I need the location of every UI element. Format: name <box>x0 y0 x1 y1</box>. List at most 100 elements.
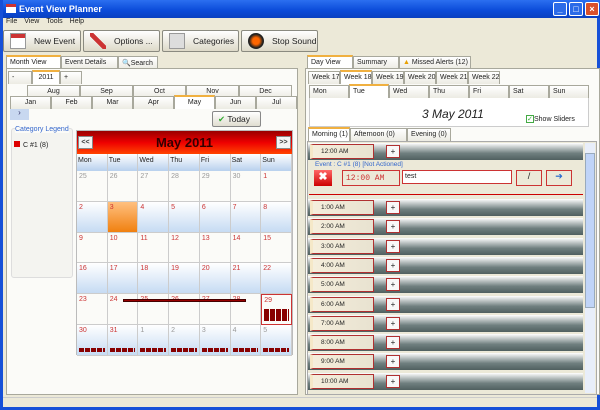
stop-sound-button[interactable]: Stop Sound <box>241 30 318 52</box>
prev-month-button[interactable]: << <box>78 136 93 149</box>
month-tab-jan[interactable]: Jan <box>10 96 51 109</box>
time-slot-label[interactable]: 10:00 AM <box>310 373 374 389</box>
calendar-day[interactable]: 6 <box>199 201 231 233</box>
calendar-day[interactable]: 20 <box>199 263 231 295</box>
add-event-button[interactable]: + <box>386 374 400 388</box>
delete-event-button[interactable]: ✖ <box>314 170 332 186</box>
categories-button[interactable]: Categories <box>162 30 239 52</box>
day-tab-sun[interactable]: Sun <box>549 85 589 98</box>
close-button[interactable]: × <box>585 2 599 16</box>
period-tab-1[interactable]: Afternoon (0) <box>350 128 407 141</box>
calendar-day[interactable]: 3 <box>107 201 139 233</box>
month-tab-feb[interactable]: Feb <box>51 96 92 109</box>
time-slot-label[interactable]: 6:00 AM <box>310 296 374 312</box>
expand-button[interactable]: › <box>10 108 29 120</box>
calendar-day[interactable]: 27 <box>138 171 170 202</box>
vertical-scrollbar[interactable] <box>585 143 595 393</box>
minimize-button[interactable]: _ <box>553 2 567 16</box>
menu-help[interactable]: Help <box>70 18 84 25</box>
week-tab-week-20[interactable]: Week 20 <box>404 71 436 84</box>
calendar-day[interactable]: 28 <box>169 171 200 202</box>
menu-view[interactable]: View <box>24 18 39 25</box>
calendar-day[interactable]: 25 <box>77 171 108 202</box>
calendar-day[interactable]: 1 <box>138 324 170 356</box>
year-tab-2011[interactable]: 2011 <box>32 70 60 84</box>
month-tab-apr[interactable]: Apr <box>133 96 174 109</box>
calendar-day[interactable]: 26 <box>107 171 139 202</box>
day-tab-mon[interactable]: Mon <box>309 85 349 98</box>
calendar-day[interactable]: 1 <box>261 171 292 202</box>
year-prev-tab[interactable]: - <box>8 71 32 84</box>
calendar-day[interactable]: 4 <box>138 201 170 233</box>
day-tab-tue[interactable]: Tue <box>349 84 389 98</box>
menu-file[interactable]: File <box>6 18 17 25</box>
calendar-day[interactable]: 2 <box>77 201 108 233</box>
week-tab-week-18[interactable]: Week 18 <box>340 70 372 84</box>
tab-day-view[interactable]: Day View <box>307 55 353 69</box>
calendar-day[interactable]: 8 <box>261 201 292 233</box>
add-event-button[interactable]: + <box>386 239 400 253</box>
legend-item[interactable]: C #1 (8) <box>14 141 48 149</box>
week-tab-week-19[interactable]: Week 19 <box>372 71 404 84</box>
calendar-day[interactable]: 29 <box>261 294 292 325</box>
calendar-day[interactable]: 14 <box>230 232 262 264</box>
new-event-button[interactable]: New Event <box>3 30 81 52</box>
calendar-day[interactable]: 31 <box>107 324 139 356</box>
action-event-button[interactable]: ➔ <box>546 170 572 186</box>
day-tab-sat[interactable]: Sat <box>509 85 549 98</box>
add-event-button[interactable]: + <box>386 297 400 311</box>
add-event-button[interactable]: + <box>386 258 400 272</box>
week-tab-week-21[interactable]: Week 21 <box>436 71 468 84</box>
menu-tools[interactable]: Tools <box>46 18 62 25</box>
options-button[interactable]: Options ... <box>83 30 160 52</box>
calendar-day[interactable]: 5 <box>169 201 200 233</box>
calendar-day[interactable]: 10 <box>107 232 139 264</box>
calendar-day[interactable]: 5 <box>261 324 292 356</box>
week-tab-week-22[interactable]: Week 22 <box>468 71 500 84</box>
calendar-day[interactable]: 16 <box>77 263 108 295</box>
calendar-day[interactable]: 17 <box>107 263 139 295</box>
time-slot-label[interactable]: 12:00 AM <box>310 144 374 159</box>
month-tab-mar[interactable]: Mar <box>92 96 133 109</box>
day-tab-thu[interactable]: Thu <box>429 85 469 98</box>
calendar-day[interactable]: 22 <box>261 263 292 295</box>
add-event-button[interactable]: + <box>386 145 400 158</box>
calendar-day[interactable]: 21 <box>230 263 262 295</box>
year-next-tab[interactable]: + <box>60 71 82 84</box>
time-slot-label[interactable]: 7:00 AM <box>310 315 374 331</box>
calendar-day[interactable]: 15 <box>261 232 292 264</box>
time-slot-label[interactable]: 9:00 AM <box>310 354 374 370</box>
next-month-button[interactable]: >> <box>276 136 291 149</box>
add-event-button[interactable]: + <box>386 355 400 369</box>
event-time[interactable]: 12:00 AM <box>342 170 400 186</box>
time-slot-label[interactable]: 8:00 AM <box>310 335 374 351</box>
calendar-day[interactable]: 11 <box>138 232 170 264</box>
time-slot-label[interactable]: 2:00 AM <box>310 219 374 235</box>
month-tab-may[interactable]: May <box>174 95 215 109</box>
time-slot-label[interactable]: 1:00 AM <box>310 200 374 215</box>
day-tab-wed[interactable]: Wed <box>389 85 429 98</box>
today-button[interactable]: ✔ Today <box>212 111 261 127</box>
time-slot-label[interactable]: 5:00 AM <box>310 277 374 293</box>
calendar-day[interactable]: 23 <box>77 294 108 325</box>
calendar-day[interactable]: 19 <box>169 263 200 295</box>
add-event-button[interactable]: + <box>386 201 400 214</box>
add-event-button[interactable]: + <box>386 316 400 330</box>
add-event-button[interactable]: + <box>386 336 400 350</box>
maximize-button[interactable]: □ <box>569 2 583 16</box>
calendar-day[interactable]: 30 <box>230 171 262 202</box>
add-event-button[interactable]: + <box>386 220 400 234</box>
edit-event-button[interactable]: / <box>516 170 542 186</box>
calendar-day[interactable]: 18 <box>138 263 170 295</box>
calendar-day[interactable]: 9 <box>77 232 108 264</box>
period-tab-2[interactable]: Evening (0) <box>407 128 451 141</box>
time-slot-label[interactable]: 4:00 AM <box>310 257 374 273</box>
event-text-input[interactable]: test <box>402 170 512 184</box>
period-tab-0[interactable]: Morning (1) <box>308 127 350 141</box>
show-sliders-checkbox[interactable]: ✓Show Sliders <box>526 115 575 123</box>
day-tab-fri[interactable]: Fri <box>469 85 509 98</box>
calendar-day[interactable]: 12 <box>169 232 200 264</box>
add-event-button[interactable]: + <box>386 278 400 292</box>
tab-month-view[interactable]: Month View <box>6 55 61 69</box>
scrollbar-thumb[interactable] <box>585 153 595 308</box>
